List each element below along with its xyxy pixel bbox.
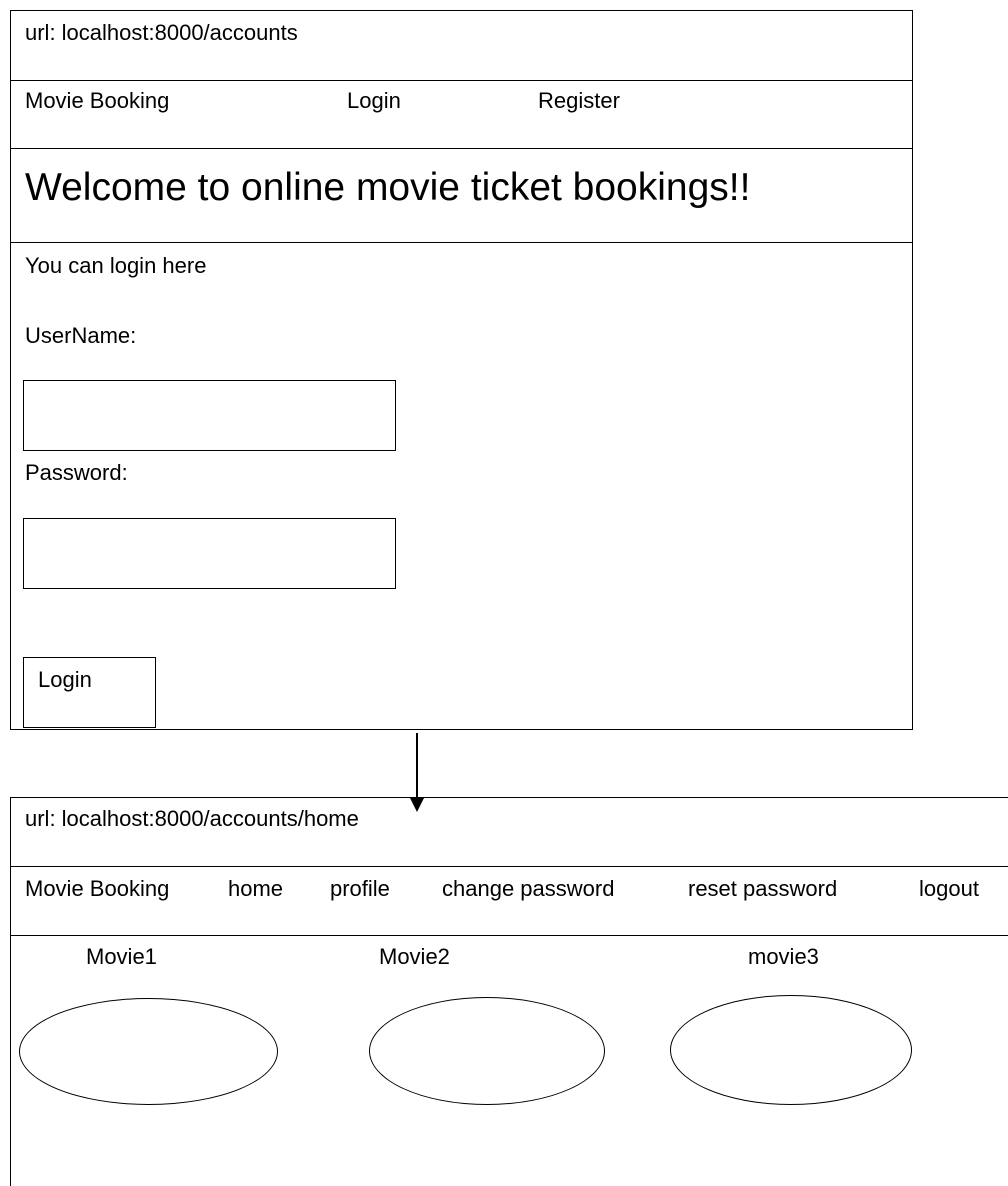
movie-title-3: movie3: [748, 944, 819, 969]
nav-profile-link[interactable]: profile: [330, 878, 390, 900]
nav-login-link[interactable]: Login: [347, 90, 401, 112]
nav-reset-password-link[interactable]: reset password: [688, 878, 837, 900]
nav-register-link[interactable]: Register: [538, 90, 620, 112]
nav-brand[interactable]: Movie Booking: [25, 90, 169, 112]
login-button-label: Login: [38, 667, 92, 692]
frame-bottom-border: [10, 729, 913, 730]
page-title: Welcome to online movie ticket bookings!…: [25, 166, 751, 209]
home-nav-divider: [10, 935, 1008, 936]
login-button[interactable]: Login: [23, 657, 156, 728]
title-divider: [10, 242, 913, 243]
url-bar: url: localhost:8000/accounts: [25, 20, 298, 45]
home-nav-brand[interactable]: Movie Booking: [25, 878, 169, 900]
arrow-head-icon: [410, 798, 424, 812]
nav-divider: [10, 148, 913, 149]
movie-poster-1[interactable]: [19, 998, 278, 1105]
nav-home-link[interactable]: home: [228, 878, 283, 900]
url-divider: [10, 80, 913, 81]
home-frame-top-border: [10, 797, 1008, 798]
home-url-divider: [10, 866, 1008, 867]
username-input[interactable]: [23, 380, 396, 451]
movie-poster-2[interactable]: [369, 997, 605, 1105]
intro-text: You can login here: [25, 253, 207, 278]
username-label: UserName:: [25, 323, 137, 348]
frame-left-border: [10, 10, 11, 730]
movie-title-1: Movie1: [86, 944, 157, 969]
frame-right-border: [912, 10, 913, 730]
movie-title-2: Movie2: [379, 944, 450, 969]
frame-top-border: [10, 10, 913, 11]
home-url-bar: url: localhost:8000/accounts/home: [25, 806, 359, 831]
home-frame-left-border: [10, 797, 11, 1186]
movie-poster-3[interactable]: [670, 995, 912, 1105]
password-input[interactable]: [23, 518, 396, 589]
password-label: Password:: [25, 460, 128, 485]
nav-logout-link[interactable]: logout: [919, 878, 979, 900]
nav-change-password-link[interactable]: change password: [442, 878, 614, 900]
flow-arrow: [410, 733, 424, 812]
